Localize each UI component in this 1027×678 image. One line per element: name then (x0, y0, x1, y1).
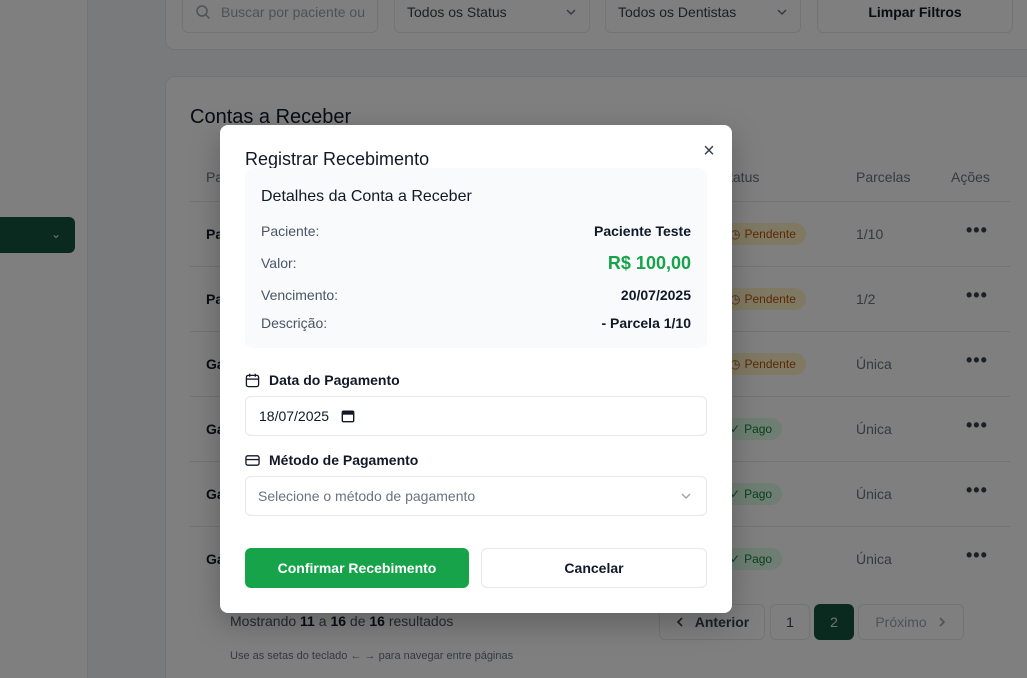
close-icon[interactable]: × (698, 140, 720, 162)
amount-value: R$ 100,00 (607, 253, 691, 273)
dialog-title: Registrar Recebimento (245, 149, 430, 169)
description-label: Descrição: (261, 315, 328, 331)
details-title: Detalhes da Conta a Receber (261, 188, 472, 205)
payment-method-field-label: Método de Pagamento (245, 452, 418, 468)
payment-date-value: 18/07/2025 (259, 408, 330, 424)
confirm-receipt-button[interactable]: Confirmar Recebimento (245, 548, 469, 588)
patient-label: Paciente: (261, 223, 320, 239)
due-date-value: 20/07/2025 (620, 287, 691, 303)
description-value: - Parcela 1/10 (601, 315, 691, 331)
payment-method-select[interactable]: Selecione o método de pagamento (245, 476, 707, 516)
payment-date-input[interactable]: 18/07/2025 (245, 396, 707, 436)
receivable-details-panel: Detalhes da Conta a Receber Paciente: Pa… (245, 168, 707, 348)
payment-date-field-label: Data do Pagamento (245, 372, 400, 388)
cancel-button[interactable]: Cancelar (481, 548, 707, 588)
payment-method-placeholder: Selecione o método de pagamento (258, 488, 476, 504)
credit-card-icon (245, 454, 260, 466)
payment-date-label-text: Data do Pagamento (269, 372, 400, 388)
amount-label: Valor: (261, 255, 297, 271)
due-date-label: Vencimento: (261, 287, 339, 303)
patient-value: Paciente Teste (593, 223, 691, 239)
calendar-picker-icon[interactable] (341, 409, 355, 423)
calendar-icon (245, 373, 260, 387)
payment-method-label-text: Método de Pagamento (269, 452, 419, 468)
chevron-down-icon (681, 493, 691, 499)
register-receipt-dialog: Registrar Recebimento × Detalhes da Cont… (220, 125, 732, 613)
